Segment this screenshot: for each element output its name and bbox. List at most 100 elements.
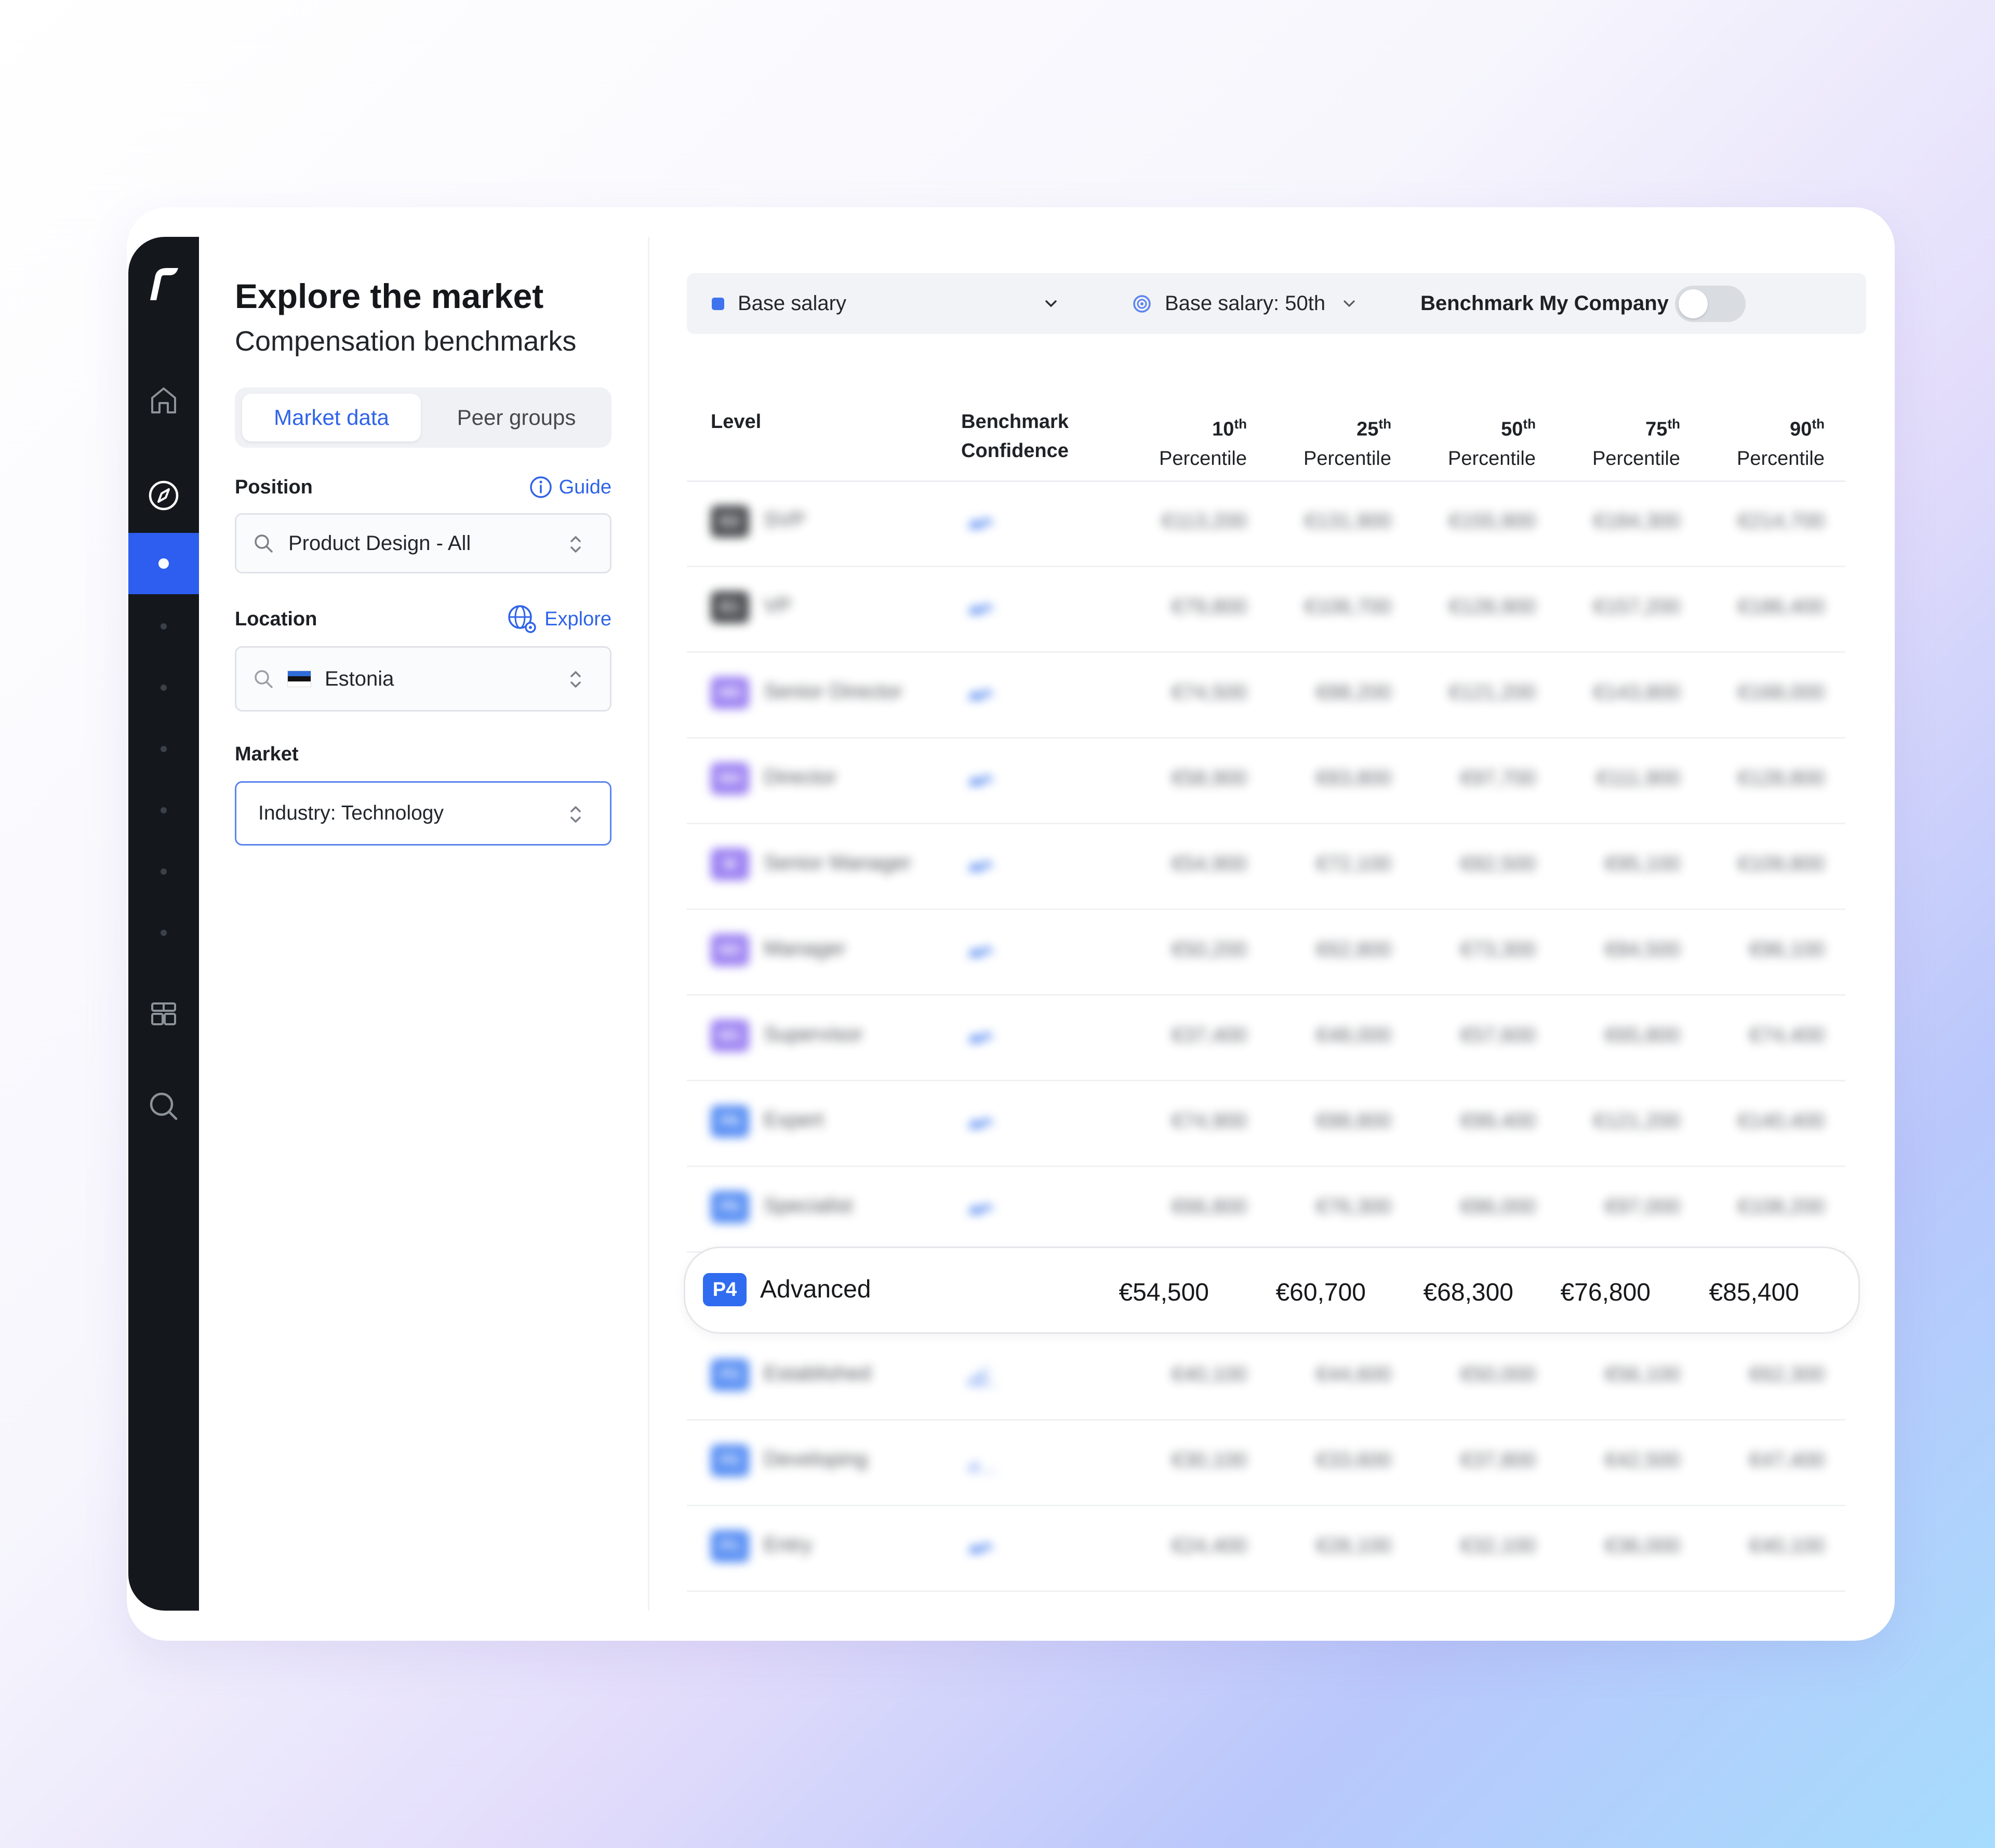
- value-p10: €79,800: [1172, 595, 1247, 618]
- benchmark-company-toggle[interactable]: [1675, 286, 1746, 322]
- nav-dot[interactable]: [161, 868, 167, 875]
- value-p90: €109,800: [1738, 852, 1825, 875]
- level-name: Entry: [764, 1533, 813, 1556]
- value-p50: €99,400: [1460, 1109, 1536, 1132]
- value-p50: €73,300: [1460, 938, 1536, 961]
- position-select[interactable]: Product Design - All: [235, 513, 611, 573]
- value-p90: €96,100: [1749, 938, 1825, 961]
- value-p90: €128,800: [1738, 767, 1825, 789]
- value-p25: €76,300: [1316, 1195, 1391, 1218]
- page-subtitle: Compensation benchmarks: [235, 326, 577, 357]
- active-dot: [158, 558, 169, 569]
- level-badge: E1: [711, 591, 749, 623]
- confidence-icon: [965, 853, 999, 876]
- nav-dot[interactable]: [161, 930, 167, 936]
- value-p75: €95,100: [1605, 852, 1680, 875]
- level-name: SVP: [764, 508, 806, 531]
- value-p75: €36,000: [1605, 1534, 1680, 1557]
- sidebar-rail: [128, 237, 199, 1611]
- nav-dot[interactable]: [161, 623, 167, 630]
- table-row[interactable]: P6 Expert €74,900 €88,800 €99,400 €121,200 €14…: [687, 1080, 1845, 1167]
- col-p25: 25th Percentile: [1304, 416, 1391, 470]
- search-icon[interactable]: [146, 1089, 181, 1124]
- blurred-row-content: M5 Senior Director €74,500 €88,200 €121,200 €…: [687, 652, 1845, 737]
- app-logo-icon[interactable]: [144, 264, 183, 303]
- benchmark-company-label: Benchmark My Company: [1420, 292, 1669, 315]
- position-value: Product Design - All: [288, 531, 471, 555]
- market-select[interactable]: Industry: Technology: [235, 781, 611, 846]
- level-name: Senior Manager: [764, 851, 912, 874]
- table-header: Level Benchmark Confidence 10th Percentile…: [687, 400, 1845, 482]
- value-p10: €66,800: [1172, 1195, 1247, 1218]
- blurred-row-content: M4 Director €58,900 €83,800 €97,700 €111,900 €…: [687, 738, 1845, 823]
- level-badge: P4: [703, 1273, 747, 1306]
- blurred-row-content: M2 Manager €50,200 €62,800 €73,300 €84,500 €96…: [687, 909, 1845, 994]
- dashboard-icon[interactable]: [146, 996, 181, 1032]
- value-p90: €108,200: [1738, 1195, 1825, 1218]
- table-row[interactable]: P5 Specialist €66,800 €76,300 €86,000 €97,000…: [687, 1166, 1845, 1253]
- value-p90: €168,000: [1738, 681, 1825, 704]
- guide-link-label: Guide: [558, 476, 611, 498]
- table-row[interactable]: P1 Entry €24,400 €28,100 €32,100 €36,000 €40,1…: [687, 1505, 1845, 1592]
- value-p75: €84,500: [1605, 938, 1680, 961]
- blurred-row-content: M1 Supervisor €37,400 €48,000 €57,600 €65,800…: [687, 995, 1845, 1080]
- guide-link[interactable]: Guide: [529, 475, 611, 499]
- value-p10: €54,500: [1119, 1279, 1209, 1306]
- table-row[interactable]: M4 Director €58,900 €83,800 €97,700 €111,900 €…: [687, 738, 1845, 824]
- value-p25: €88,800: [1316, 1109, 1391, 1132]
- tab-peer-groups[interactable]: Peer groups: [428, 394, 605, 441]
- blurred-row-content: P1 Entry €24,400 €28,100 €32,100 €36,000 €40,1…: [687, 1505, 1845, 1590]
- home-icon[interactable]: [146, 382, 181, 418]
- col-level: Level: [711, 411, 762, 433]
- estonia-flag-icon: [287, 671, 311, 687]
- value-p10: €74,900: [1172, 1109, 1247, 1132]
- table-row[interactable]: P3 Established €40,100 €44,600 €50,000 €56,10…: [687, 1334, 1845, 1421]
- highlighted-row[interactable]: P4 Advanced €54,500 €60,700 €68,300 €76,…: [684, 1247, 1860, 1334]
- page-title: Explore the market: [235, 277, 544, 315]
- value-p90: €47,400: [1749, 1449, 1825, 1471]
- col-p10: 10th Percentile: [1159, 416, 1247, 470]
- value-p50: €32,100: [1460, 1534, 1536, 1557]
- value-p25: €33,600: [1316, 1449, 1391, 1471]
- value-p75: €76,800: [1560, 1279, 1651, 1306]
- table-row[interactable]: M Senior Manager €54,900 €72,100 €82,500 €95,…: [687, 823, 1845, 910]
- table-row[interactable]: E2 SVP €113,200 €131,900 €155,900 €184,300 €21…: [687, 480, 1845, 567]
- level-name: Specialist: [764, 1194, 853, 1217]
- nav-dot[interactable]: [161, 685, 167, 691]
- confidence-icon: [965, 511, 999, 533]
- table-row[interactable]: E1 VP €79,800 €106,700 €128,900 €157,200 €186,…: [687, 566, 1845, 653]
- nav-active-item[interactable]: [128, 533, 199, 594]
- table-row[interactable]: P2 Developing €30,100 €33,600 €37,800 €42,500…: [687, 1420, 1845, 1506]
- benchmark-select[interactable]: Base salary: 50th: [1132, 273, 1358, 334]
- metric-select[interactable]: Base salary: [712, 273, 1075, 334]
- market-value: Industry: Technology: [258, 802, 444, 824]
- value-p50: €82,500: [1460, 852, 1536, 875]
- value-p50: €68,300: [1423, 1279, 1513, 1306]
- tab-market-data[interactable]: Market data: [242, 394, 421, 441]
- table-row[interactable]: M5 Senior Director €74,500 €88,200 €121,200 €…: [687, 652, 1845, 739]
- explore-link[interactable]: Explore: [506, 603, 611, 635]
- level-badge: M4: [711, 762, 749, 795]
- nav-dot[interactable]: [161, 807, 167, 813]
- location-select[interactable]: Estonia: [235, 646, 611, 712]
- market-label: Market: [235, 743, 299, 765]
- value-p10: €74,500: [1172, 681, 1247, 704]
- col-confidence: Benchmark Confidence: [961, 411, 1069, 462]
- confidence-icon: [965, 1110, 999, 1133]
- target-icon: [1133, 294, 1151, 313]
- level-name: Supervisor: [764, 1023, 863, 1046]
- level-badge: P6: [711, 1105, 749, 1137]
- table-row[interactable]: M1 Supervisor €37,400 €48,000 €57,600 €65,800…: [687, 995, 1845, 1081]
- level-badge: P5: [711, 1191, 749, 1223]
- value-p25: €72,100: [1316, 852, 1391, 875]
- value-p90: €74,400: [1749, 1024, 1825, 1047]
- value-p10: €24,400: [1172, 1534, 1247, 1557]
- confidence-icon: [965, 1364, 999, 1387]
- compass-icon[interactable]: [146, 478, 181, 513]
- filter-panel: Explore the market Compensation benchmar…: [235, 275, 611, 846]
- table-row[interactable]: M2 Manager €50,200 €62,800 €73,300 €84,500 €96…: [687, 909, 1845, 996]
- blurred-row-content: P6 Expert €74,900 €88,800 €99,400 €121,200 €14…: [687, 1080, 1845, 1166]
- metric-select-label: Base salary: [738, 292, 846, 315]
- position-label: Position: [235, 476, 313, 498]
- nav-dot[interactable]: [161, 746, 167, 752]
